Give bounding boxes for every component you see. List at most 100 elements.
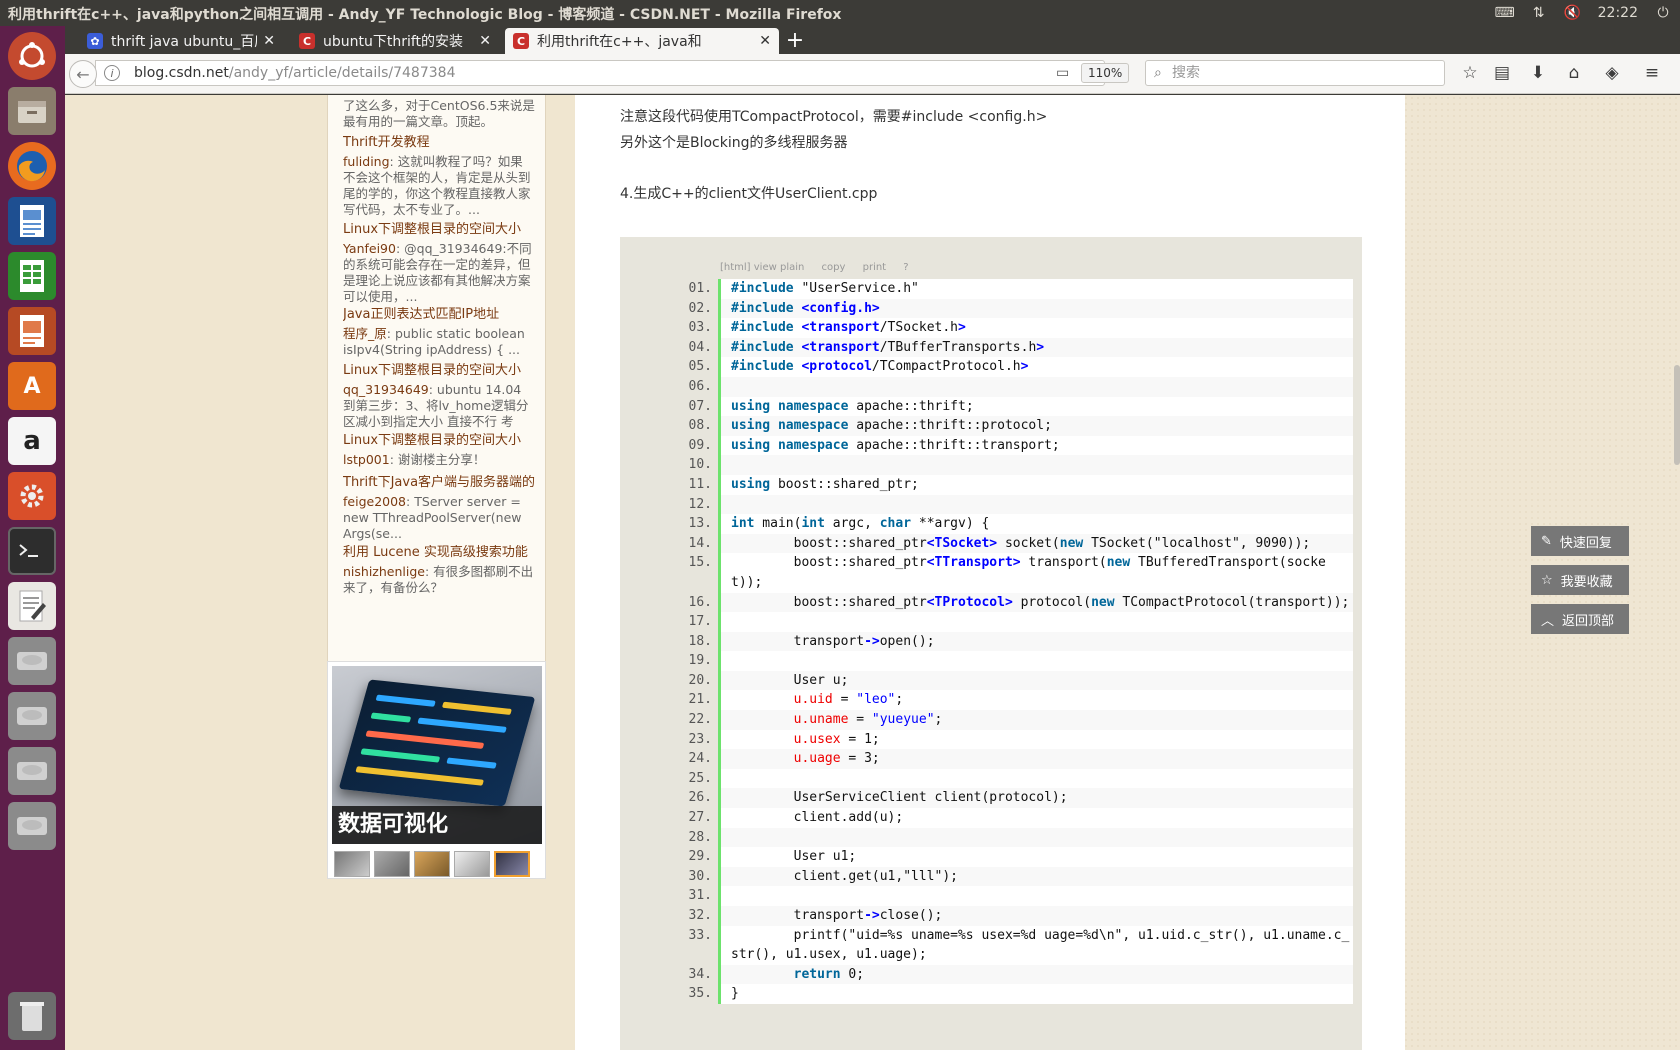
code-line: 14. boost::shared_ptr<TSocket> socket(ne… — [620, 533, 1362, 554]
close-icon[interactable]: ✕ — [263, 33, 275, 49]
comment-article-link[interactable]: Thrift下Java客户端与服务器端的 — [343, 475, 535, 491]
line-number: 13. — [688, 516, 712, 532]
code-line: 04. #include <transport/TBufferTransports… — [620, 337, 1362, 358]
drive-icon[interactable] — [8, 637, 56, 685]
line-number: 07. — [688, 398, 712, 414]
firefox-icon[interactable] — [8, 142, 56, 190]
comment-article-link[interactable]: Linux下调整根目录的空间大小 — [343, 433, 535, 449]
code-line: 30. client.get(u1,"lll"); — [620, 866, 1362, 887]
keyboard-icon[interactable]: ⌨ — [1495, 5, 1515, 21]
quick-reply-button[interactable]: ✎ 快速回复 — [1531, 526, 1629, 556]
software-center-icon[interactable]: A — [8, 362, 56, 410]
code-text: u.uname = "yueyue"; — [718, 710, 1353, 730]
line-number: 28. — [688, 829, 712, 845]
trash-icon[interactable] — [8, 992, 56, 1040]
code-text: u.uage = 3; — [718, 749, 1353, 769]
ad-thumbnail[interactable] — [374, 851, 410, 877]
close-icon[interactable]: ✕ — [479, 33, 491, 49]
back-to-top-button[interactable]: ︿ 返回顶部 — [1531, 604, 1629, 634]
ad-thumbnail[interactable] — [454, 851, 490, 877]
close-icon[interactable]: ✕ — [759, 33, 771, 49]
code-text — [718, 886, 1353, 906]
writer-icon[interactable] — [8, 197, 56, 245]
reader-view-icon[interactable]: ▭ — [1056, 65, 1069, 81]
help-link[interactable]: ? — [903, 262, 908, 273]
bookmark-star-icon[interactable]: ☆ — [1457, 60, 1483, 86]
line-number: 25. — [688, 770, 712, 786]
comment-article-link[interactable]: Java正则表达式匹配IP地址 — [343, 307, 535, 323]
code-block: [html] view plain copy print ? 01. #inclu… — [620, 237, 1362, 1050]
download-icon[interactable]: ⬇ — [1525, 60, 1551, 86]
print-link[interactable]: print — [863, 262, 887, 273]
comment-user[interactable]: 程序_原 — [343, 326, 387, 341]
comment-item: 了这么多，对于CentOS6.5来说是最有用的一篇文章。顶起。 — [343, 98, 535, 130]
calc-icon[interactable] — [8, 252, 56, 300]
back-button[interactable]: ← — [69, 60, 97, 88]
line-number: 03. — [688, 320, 712, 336]
comment-user[interactable]: qq_31934649 — [343, 382, 429, 397]
amazon-icon[interactable]: a — [8, 417, 56, 465]
copy-link[interactable]: copy — [822, 262, 846, 273]
comment-article-link[interactable]: Linux下调整根目录的空间大小 — [343, 222, 535, 238]
search-input[interactable] — [1172, 62, 1440, 84]
info-icon[interactable]: i — [104, 65, 120, 81]
comment-user[interactable]: lstp001 — [343, 452, 390, 467]
drive-icon[interactable] — [8, 747, 56, 795]
text-editor-icon[interactable] — [8, 582, 56, 630]
home-icon[interactable]: ⌂ — [1561, 60, 1587, 86]
new-tab-button[interactable]: + — [783, 28, 807, 53]
line-number: 09. — [688, 437, 712, 453]
url-bar[interactable]: i blog.csdn.net/andy_yf/article/details/… — [95, 60, 1159, 86]
code-text — [718, 494, 1353, 515]
pocket-icon[interactable]: ◈ — [1599, 60, 1625, 86]
power-icon[interactable]: ⏻ — [1654, 5, 1672, 21]
ad-thumbnail[interactable] — [334, 851, 370, 877]
settings-icon[interactable] — [8, 472, 56, 520]
code-text: using namespace apache::thrift; — [718, 396, 1353, 417]
code-text — [718, 455, 1353, 475]
code-line: 31. — [620, 886, 1362, 906]
impress-icon[interactable] — [8, 307, 56, 355]
ad-thumbnail[interactable] — [494, 851, 530, 877]
comment-user[interactable]: feige2008 — [343, 494, 406, 509]
ad-image[interactable]: 数据可视化 — [332, 666, 542, 844]
line-number: 12. — [688, 496, 712, 512]
search-bar[interactable]: ⌕ — [1145, 60, 1445, 86]
ad-thumbnail[interactable] — [414, 851, 450, 877]
favorite-button[interactable]: ☆ 我要收藏 — [1531, 565, 1629, 595]
tab-thrift-article[interactable]: C 利用thrift在c++、java和 ✕ — [505, 28, 779, 54]
ad-banner[interactable]: 数据可视化 — [327, 661, 546, 879]
code-text: return 0; — [718, 964, 1353, 985]
bookmarks-list-icon[interactable]: ▤ — [1489, 60, 1515, 86]
code-line: 12. — [620, 494, 1362, 515]
comment-item: Thrift开发教程 fuliding: 这就叫教程了吗？如果不会这个框架的人，… — [343, 135, 535, 218]
menu-icon[interactable]: ≡ — [1639, 60, 1665, 86]
comment-user[interactable]: fuliding — [343, 154, 390, 169]
system-tray: ⌨ ⇅ 🔇 22:22 ⏻ — [1495, 0, 1672, 26]
code-text: transport->close(); — [718, 906, 1353, 926]
line-number: 11. — [688, 476, 712, 492]
comment-article-link[interactable]: Linux下调整根目录的空间大小 — [343, 363, 535, 379]
comment-article-link[interactable]: Thrift开发教程 — [343, 135, 535, 151]
scrollbar[interactable] — [1674, 365, 1680, 465]
drive-icon[interactable] — [8, 692, 56, 740]
volume-muted-icon[interactable]: 🔇 — [1564, 5, 1582, 21]
line-number: 19. — [688, 653, 712, 669]
tab-baidu[interactable]: ✿ thrift java ubuntu_百度 ✕ — [79, 28, 283, 54]
url-text[interactable]: blog.csdn.net/andy_yf/article/details/74… — [134, 65, 455, 81]
drive-icon[interactable] — [8, 802, 56, 850]
baidu-favicon-icon: ✿ — [87, 33, 103, 49]
comment-user[interactable]: Yanfei90 — [343, 241, 396, 256]
network-icon[interactable]: ⇅ — [1530, 5, 1548, 21]
terminal-icon[interactable] — [8, 527, 56, 575]
ubuntu-dash-icon[interactable] — [8, 32, 56, 80]
view-plain-link[interactable]: [html] view plain — [720, 262, 804, 273]
files-icon[interactable] — [8, 87, 56, 135]
tab-thrift-install[interactable]: C ubuntu下thrift的安装 ✕ — [291, 28, 499, 54]
clock[interactable]: 22:22 — [1598, 5, 1638, 21]
zoom-level[interactable]: 110% — [1081, 63, 1130, 83]
code-line: 08. using namespace apache::thrift::proto… — [620, 416, 1362, 436]
code-text: boost::shared_ptr<TProtocol> protocol(ne… — [718, 592, 1353, 613]
comment-user[interactable]: nishizhenlige — [343, 564, 425, 579]
comment-article-link[interactable]: 利用 Lucene 实现高级搜索功能 — [343, 545, 535, 561]
